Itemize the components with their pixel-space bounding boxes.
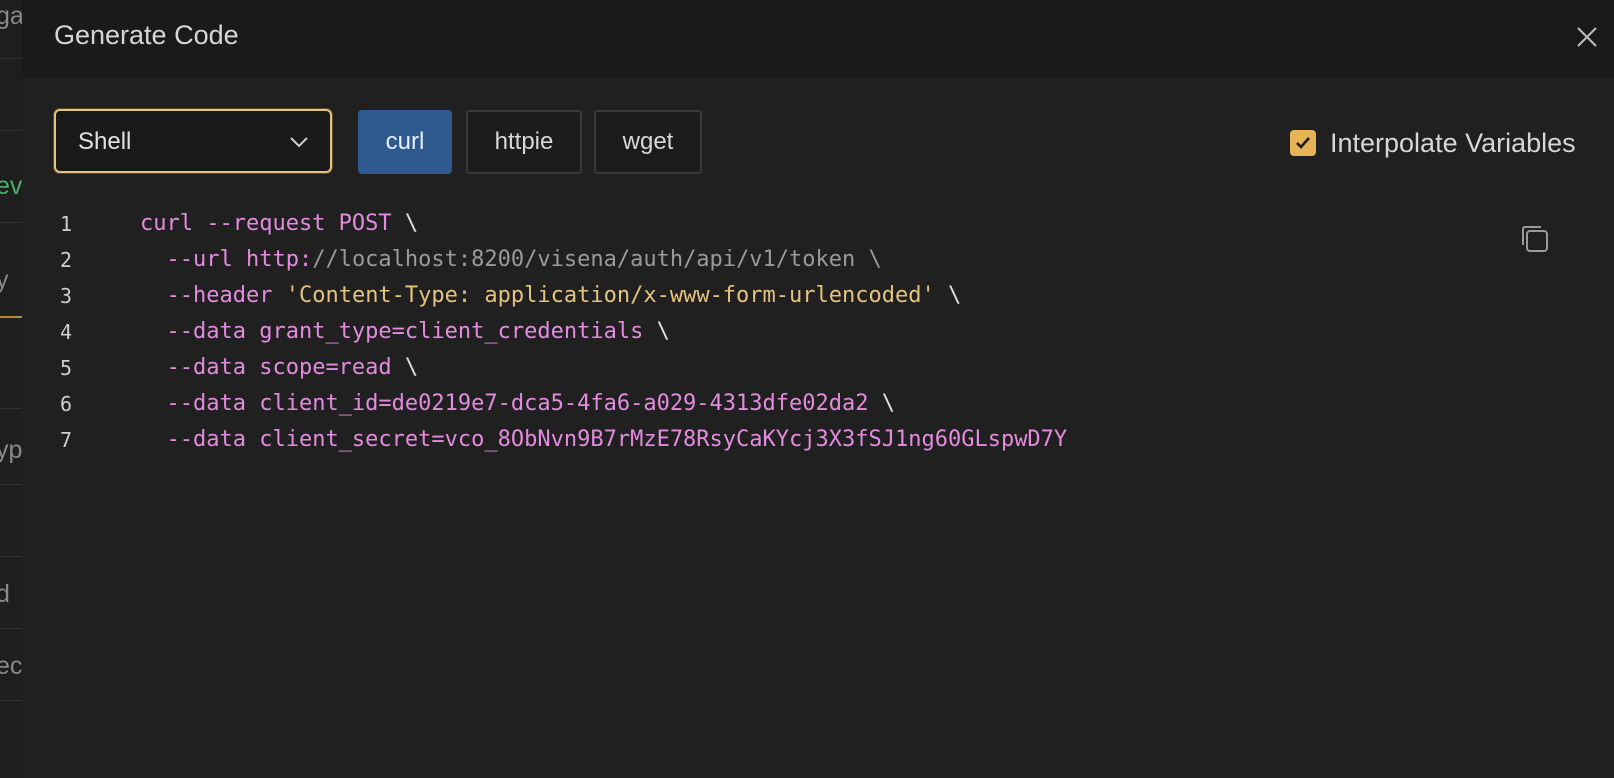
code-line: 7 --data client_secret=vco_8ObNvn9B7rMzE… — [22, 422, 1614, 458]
background-active-indicator — [0, 316, 22, 318]
line-number: 4 — [60, 320, 73, 344]
language-select-value: Shell — [78, 128, 132, 155]
code-token: --data client_secret=vco_8ObNvn9B7rMzE78… — [166, 427, 1068, 452]
code-line-text: --data client_id=de0219e7-dca5-4fa6-a029… — [140, 386, 896, 422]
code-line: 6 --data client_id=de0219e7-dca5-4fa6-a0… — [22, 386, 1614, 422]
line-number: 3 — [60, 284, 73, 308]
background-divider — [0, 556, 22, 557]
background-text-fragment: yp — [0, 436, 23, 464]
generate-code-dialog: Generate Code Shell curl httpie wget Int… — [22, 0, 1614, 778]
line-number: 6 — [60, 392, 73, 416]
code-line: 3 --header 'Content-Type: application/x-… — [22, 278, 1614, 314]
chevron-down-icon — [290, 137, 308, 148]
background-divider — [0, 222, 22, 223]
language-select[interactable]: Shell — [54, 109, 332, 173]
copy-icon — [1522, 226, 1548, 252]
interpolate-variables-toggle[interactable]: Interpolate Variables — [1290, 127, 1576, 159]
close-button[interactable] — [1574, 24, 1600, 50]
client-tab-wget[interactable]: wget — [594, 110, 702, 174]
code-line: 1 curl --request POST \ — [22, 206, 1614, 242]
background-divider — [0, 700, 22, 701]
code-token: 'Content-Type: application/x-www-form-ur… — [285, 283, 935, 308]
background-divider — [0, 628, 22, 629]
background-text-fragment: ev — [0, 172, 23, 200]
code-line-text: --data grant_type=client_credentials \ — [140, 314, 670, 350]
background-app-panel: ga ev y yp d ec — [0, 0, 23, 778]
background-divider — [0, 484, 22, 485]
line-number: 1 — [60, 212, 73, 236]
code-token: \ — [404, 211, 419, 236]
code-token: --header — [166, 283, 286, 308]
code-token: --data client_id=de0219e7-dca5-4fa6-a029… — [166, 391, 882, 416]
code-token: //localhost:8200/visena/auth/api/v1/toke… — [312, 247, 882, 272]
dialog-title: Generate Code — [54, 20, 239, 50]
interpolate-label: Interpolate Variables — [1330, 127, 1576, 158]
code-line-text: curl --request POST \ — [140, 206, 418, 242]
checkmark-icon — [1296, 137, 1310, 149]
line-number: 7 — [60, 428, 73, 452]
code-token: curl --request POST — [140, 211, 405, 236]
code-token: --data scope=read — [166, 355, 405, 380]
background-divider — [0, 58, 22, 59]
code-line: 2 --url http://localhost:8200/visena/aut… — [22, 242, 1614, 278]
client-tab-curl[interactable]: curl — [358, 110, 452, 174]
code-line-text: --data client_secret=vco_8ObNvn9B7rMzE78… — [140, 422, 1068, 458]
code-token: \ — [881, 391, 895, 416]
close-icon — [1577, 27, 1597, 47]
background-divider — [0, 130, 22, 131]
code-token: \ — [404, 355, 419, 380]
line-number: 5 — [60, 356, 73, 380]
code-token: \ — [656, 319, 670, 344]
background-text-fragment: y — [0, 266, 22, 295]
code-token: --url http: — [166, 247, 313, 272]
dialog-header: Generate Code — [22, 0, 1614, 78]
copy-button[interactable] — [1518, 222, 1552, 256]
code-line-text: --header 'Content-Type: application/x-ww… — [140, 278, 962, 314]
background-divider — [0, 408, 22, 409]
code-token: \ — [934, 283, 962, 308]
background-text-fragment: d — [0, 580, 22, 609]
client-tab-httpie[interactable]: httpie — [466, 110, 582, 174]
background-text-fragment: ga — [0, 2, 23, 30]
code-line: 4 --data grant_type=client_credentials \ — [22, 314, 1614, 350]
line-number: 2 — [60, 248, 73, 272]
code-token: --data grant_type=client_credentials — [166, 319, 657, 344]
code-line: 5 --data scope=read \ — [22, 350, 1614, 386]
code-line-text: --url http://localhost:8200/visena/auth/… — [140, 242, 882, 278]
background-text-fragment: ec — [0, 652, 23, 680]
interpolate-checkbox[interactable] — [1290, 130, 1316, 156]
code-block[interactable]: 1 curl --request POST \ 2 --url http://loc… — [22, 206, 1614, 458]
code-line-text: --data scope=read \ — [140, 350, 419, 386]
